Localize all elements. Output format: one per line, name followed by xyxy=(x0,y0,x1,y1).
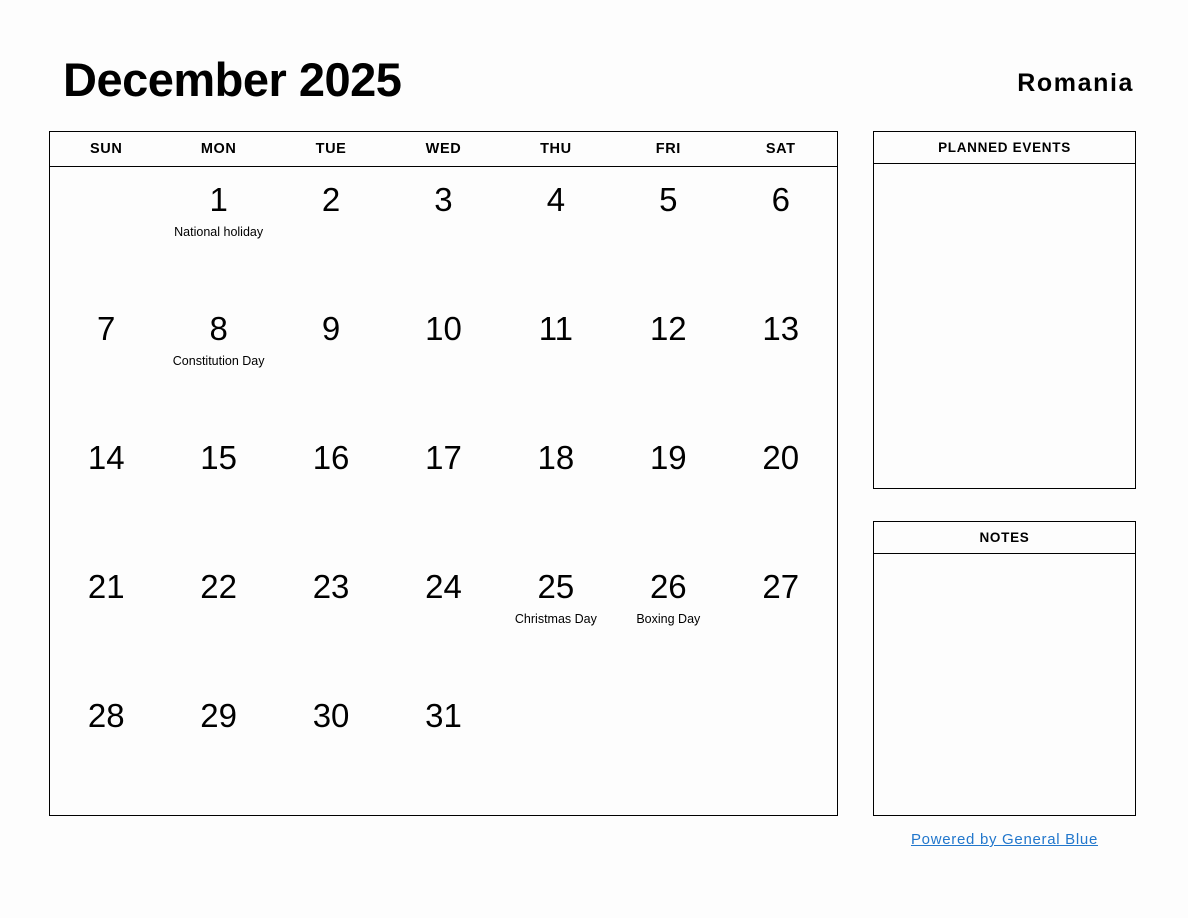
day-event-label: Boxing Day xyxy=(636,612,701,626)
day-number: 24 xyxy=(425,568,462,605)
calendar-day-22[interactable]: 22 xyxy=(162,554,274,683)
weekday-header-row: SUN MON TUE WED THU FRI SAT xyxy=(50,132,837,167)
calendar-day-empty xyxy=(500,683,612,812)
calendar-page: December 2025 Romania SUN MON TUE WED THU FRI… xyxy=(0,0,1188,918)
calendar-week-row: 28 29 30 31 xyxy=(50,683,837,812)
calendar-day-21[interactable]: 21 xyxy=(50,554,162,683)
calendar-day-29[interactable]: 29 xyxy=(162,683,274,812)
calendar-day-18[interactable]: 18 xyxy=(500,425,612,554)
calendar-day-31[interactable]: 31 xyxy=(387,683,499,812)
calendar-week-row: 1 National holiday 2 3 4 5 6 xyxy=(50,167,837,296)
calendar-day-25[interactable]: 25 Christmas Day xyxy=(500,554,612,683)
calendar-day-3[interactable]: 3 xyxy=(387,167,499,296)
calendar-day-empty xyxy=(50,167,162,296)
calendar-day-27[interactable]: 27 xyxy=(725,554,837,683)
day-event-label: Constitution Day xyxy=(172,354,265,368)
day-number: 6 xyxy=(771,181,790,218)
calendar-week-row: 14 15 16 17 18 19 20 xyxy=(50,425,837,554)
day-number: 14 xyxy=(87,439,125,476)
day-number: 19 xyxy=(649,439,687,476)
planned-events-panel: PLANNED EVENTS xyxy=(873,131,1136,489)
calendar-week-row: 21 22 23 24 25 Christmas Day 26 Boxing Day 27 xyxy=(50,554,837,683)
calendar-grid: SUN MON TUE WED THU FRI SAT 1 National holiday 2… xyxy=(49,131,838,816)
day-number: 3 xyxy=(434,181,453,218)
calendar-day-14[interactable]: 14 xyxy=(50,425,162,554)
day-number: 5 xyxy=(659,181,678,218)
day-number: 21 xyxy=(87,568,125,605)
calendar-day-7[interactable]: 7 xyxy=(50,296,162,425)
day-number: 30 xyxy=(312,697,350,734)
calendar-day-11[interactable]: 11 xyxy=(500,296,612,425)
calendar-day-10[interactable]: 10 xyxy=(387,296,499,425)
day-number: 13 xyxy=(762,310,800,347)
day-number: 10 xyxy=(425,310,462,347)
calendar-day-5[interactable]: 5 xyxy=(612,167,724,296)
calendar-day-15[interactable]: 15 xyxy=(162,425,274,554)
footer: Powered by General Blue xyxy=(873,830,1136,850)
calendar-week-row: 7 8 Constitution Day 9 10 11 12 13 xyxy=(50,296,837,425)
calendar-day-9[interactable]: 9 xyxy=(275,296,387,425)
weekday-header-mon: MON xyxy=(200,141,237,157)
weekday-header-wed: WED xyxy=(425,141,462,157)
weekday-header-sat: SAT xyxy=(765,141,796,157)
page-header: December 2025 Romania xyxy=(50,52,1134,114)
day-number: 31 xyxy=(425,697,462,734)
planned-events-title: PLANNED EVENTS xyxy=(874,132,1135,164)
day-number: 2 xyxy=(321,181,341,218)
day-number: 15 xyxy=(200,439,237,476)
calendar-day-23[interactable]: 23 xyxy=(275,554,387,683)
powered-by-link[interactable]: Powered by General Blue xyxy=(911,831,1098,848)
calendar-day-17[interactable]: 17 xyxy=(387,425,499,554)
day-number: 23 xyxy=(312,568,350,605)
planned-events-body[interactable] xyxy=(874,164,1135,488)
day-event-label: Christmas Day xyxy=(514,612,597,626)
calendar-day-12[interactable]: 12 xyxy=(612,296,724,425)
day-number: 18 xyxy=(537,439,575,476)
notes-panel: NOTES xyxy=(873,521,1136,816)
day-number: 28 xyxy=(87,697,125,734)
day-number: 4 xyxy=(546,181,566,218)
weekday-header-sun: SUN xyxy=(90,141,123,157)
calendar-day-13[interactable]: 13 xyxy=(725,296,837,425)
notes-body[interactable] xyxy=(874,554,1135,815)
calendar-day-empty xyxy=(612,683,724,812)
calendar-day-24[interactable]: 24 xyxy=(387,554,499,683)
weekday-header-fri: FRI xyxy=(655,141,681,157)
calendar-day-4[interactable]: 4 xyxy=(500,167,612,296)
calendar-day-empty xyxy=(725,683,837,812)
weekday-header-tue: TUE xyxy=(315,141,347,157)
day-number: 26 xyxy=(649,568,687,605)
day-number: 29 xyxy=(200,697,237,734)
notes-title: NOTES xyxy=(874,522,1135,554)
country-label: Romania xyxy=(1017,69,1134,97)
day-number: 22 xyxy=(200,568,237,605)
calendar-day-16[interactable]: 16 xyxy=(275,425,387,554)
calendar-day-20[interactable]: 20 xyxy=(725,425,837,554)
day-number: 9 xyxy=(321,310,341,347)
day-event-label: National holiday xyxy=(174,225,264,239)
day-number: 16 xyxy=(312,439,350,476)
calendar-day-28[interactable]: 28 xyxy=(50,683,162,812)
day-number: 1 xyxy=(209,181,228,218)
calendar-day-19[interactable]: 19 xyxy=(612,425,724,554)
calendar-day-1[interactable]: 1 National holiday xyxy=(162,167,274,296)
day-number: 7 xyxy=(97,310,116,347)
calendar-day-26[interactable]: 26 Boxing Day xyxy=(612,554,724,683)
page-title: December 2025 xyxy=(63,53,402,106)
calendar-day-6[interactable]: 6 xyxy=(725,167,837,296)
calendar-day-8[interactable]: 8 Constitution Day xyxy=(162,296,274,425)
day-number: 8 xyxy=(209,310,228,347)
day-number: 20 xyxy=(762,439,800,476)
calendar-weeks: 1 National holiday 2 3 4 5 6 7 8 Constitution Day… xyxy=(50,167,837,812)
day-number: 11 xyxy=(538,310,574,347)
calendar-day-2[interactable]: 2 xyxy=(275,167,387,296)
day-number: 25 xyxy=(537,568,575,605)
weekday-header-thu: THU xyxy=(540,141,572,157)
day-number: 17 xyxy=(425,439,462,476)
calendar-day-30[interactable]: 30 xyxy=(275,683,387,812)
day-number: 12 xyxy=(649,310,687,347)
day-number: 27 xyxy=(762,568,800,605)
